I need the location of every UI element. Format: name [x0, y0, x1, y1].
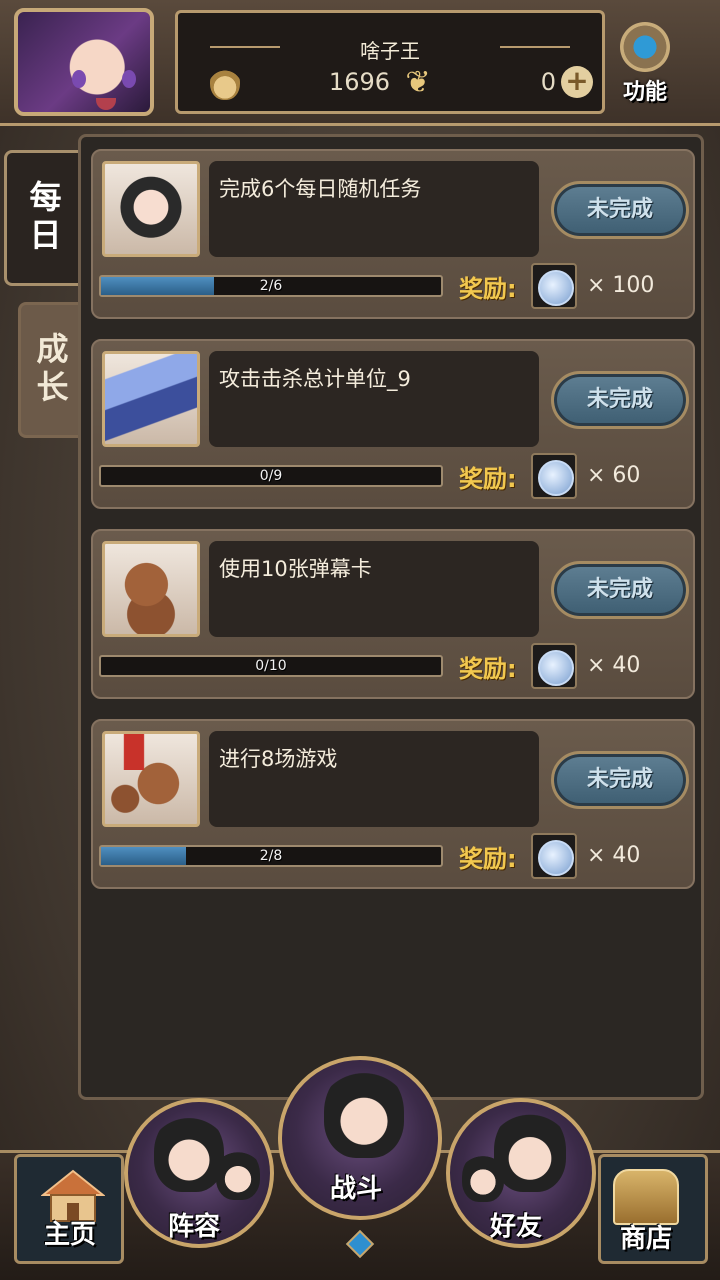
bear-card-icon	[102, 541, 200, 637]
top-header: 啥子王 1696 ❦ 0 + 功能	[0, 0, 720, 126]
reward-quantity: × 60	[587, 463, 641, 488]
progress-bar: 0/10	[99, 655, 443, 677]
reward-quantity: × 40	[587, 843, 641, 868]
function-button[interactable]: 功能	[612, 22, 678, 108]
player-info-bar: 啥子王	[175, 10, 605, 114]
quest-title-box: 进行8场游戏	[209, 731, 539, 827]
function-label: 功能	[622, 80, 667, 105]
coin-icon	[531, 263, 577, 309]
nav-lineup-label: 阵容	[168, 1212, 221, 1242]
reward-label: 奖励:	[459, 845, 517, 873]
quest-status-button[interactable]: 未完成	[551, 181, 689, 239]
quest-title: 完成6个每日随机任务	[219, 177, 422, 201]
quest-title-box: 使用10张弹幕卡	[209, 541, 539, 637]
premium-currency-amount: 0	[540, 68, 556, 96]
chibi-girl-image	[154, 1112, 224, 1192]
currency-amount: 1696	[328, 68, 390, 96]
reward-quantity: × 100	[587, 273, 655, 298]
player-name: 啥子王	[360, 39, 420, 63]
bear-flag-icon	[102, 731, 200, 827]
quest-card: 完成6个每日随机任务 未完成 2/6 奖励: × 100	[91, 149, 695, 319]
quest-card: 攻击击杀总计单位_9 未完成 0/9 奖励: × 60	[91, 339, 695, 509]
progress-text: 2/6	[259, 278, 283, 294]
tab-growth[interactable]: 成长	[18, 302, 80, 438]
nav-shop-label: 商店	[620, 1224, 673, 1254]
nav-home-label: 主页	[44, 1220, 97, 1250]
chibi-girl-image	[462, 1152, 504, 1202]
add-currency-button[interactable]: +	[561, 66, 593, 98]
avatar-eye	[72, 70, 86, 88]
avatar-mouth	[96, 98, 116, 110]
quest-card: 进行8场游戏 未完成 2/8 奖励: × 40	[91, 719, 695, 889]
butterfly-icon: ❦	[405, 65, 431, 100]
nav-friends-label: 好友	[490, 1212, 543, 1242]
quest-title: 使用10张弹幕卡	[219, 557, 372, 581]
progress-bar: 2/6	[99, 275, 443, 297]
reward-label: 奖励:	[459, 275, 517, 303]
tab-daily[interactable]: 每日	[4, 150, 80, 286]
quest-title: 攻击击杀总计单位_9	[219, 367, 411, 391]
reward-label: 奖励:	[459, 655, 517, 683]
reward-label: 奖励:	[459, 465, 517, 493]
flame-currency-icon	[210, 64, 240, 100]
quest-card: 使用10张弹幕卡 未完成 0/10 奖励: × 40	[91, 529, 695, 699]
nav-battle-label: 战斗	[330, 1174, 383, 1204]
quest-icon-girl	[102, 161, 200, 257]
coin-icon	[531, 453, 577, 499]
quest-status-button[interactable]: 未完成	[551, 561, 689, 619]
coin-icon	[531, 833, 577, 879]
progress-text: 0/10	[255, 658, 287, 674]
quest-status-button[interactable]: 未完成	[551, 751, 689, 809]
gear-icon	[620, 22, 670, 72]
reward-quantity: × 40	[587, 653, 641, 678]
crystal-icon	[102, 351, 200, 447]
progress-text: 2/8	[259, 848, 283, 864]
progress-bar: 2/8	[99, 845, 443, 867]
quest-title-box: 攻击击杀总计单位_9	[209, 351, 539, 447]
quest-panel: 完成6个每日随机任务 未完成 2/6 奖励: × 100 攻击击杀总计单位_9 …	[78, 134, 704, 1100]
coin-icon	[531, 643, 577, 689]
progress-text: 0/9	[259, 468, 283, 484]
quest-title-box: 完成6个每日随机任务	[209, 161, 539, 257]
quest-status-button[interactable]: 未完成	[551, 371, 689, 429]
progress-bar: 0/9	[99, 465, 443, 487]
avatar-eye	[122, 70, 136, 88]
player-avatar[interactable]	[14, 8, 154, 116]
treasure-chest-icon	[613, 1169, 679, 1225]
chibi-girl-image	[324, 1066, 404, 1158]
quest-title: 进行8场游戏	[219, 747, 338, 771]
chibi-girl-image	[494, 1108, 566, 1192]
chibi-girl-image	[216, 1148, 260, 1200]
